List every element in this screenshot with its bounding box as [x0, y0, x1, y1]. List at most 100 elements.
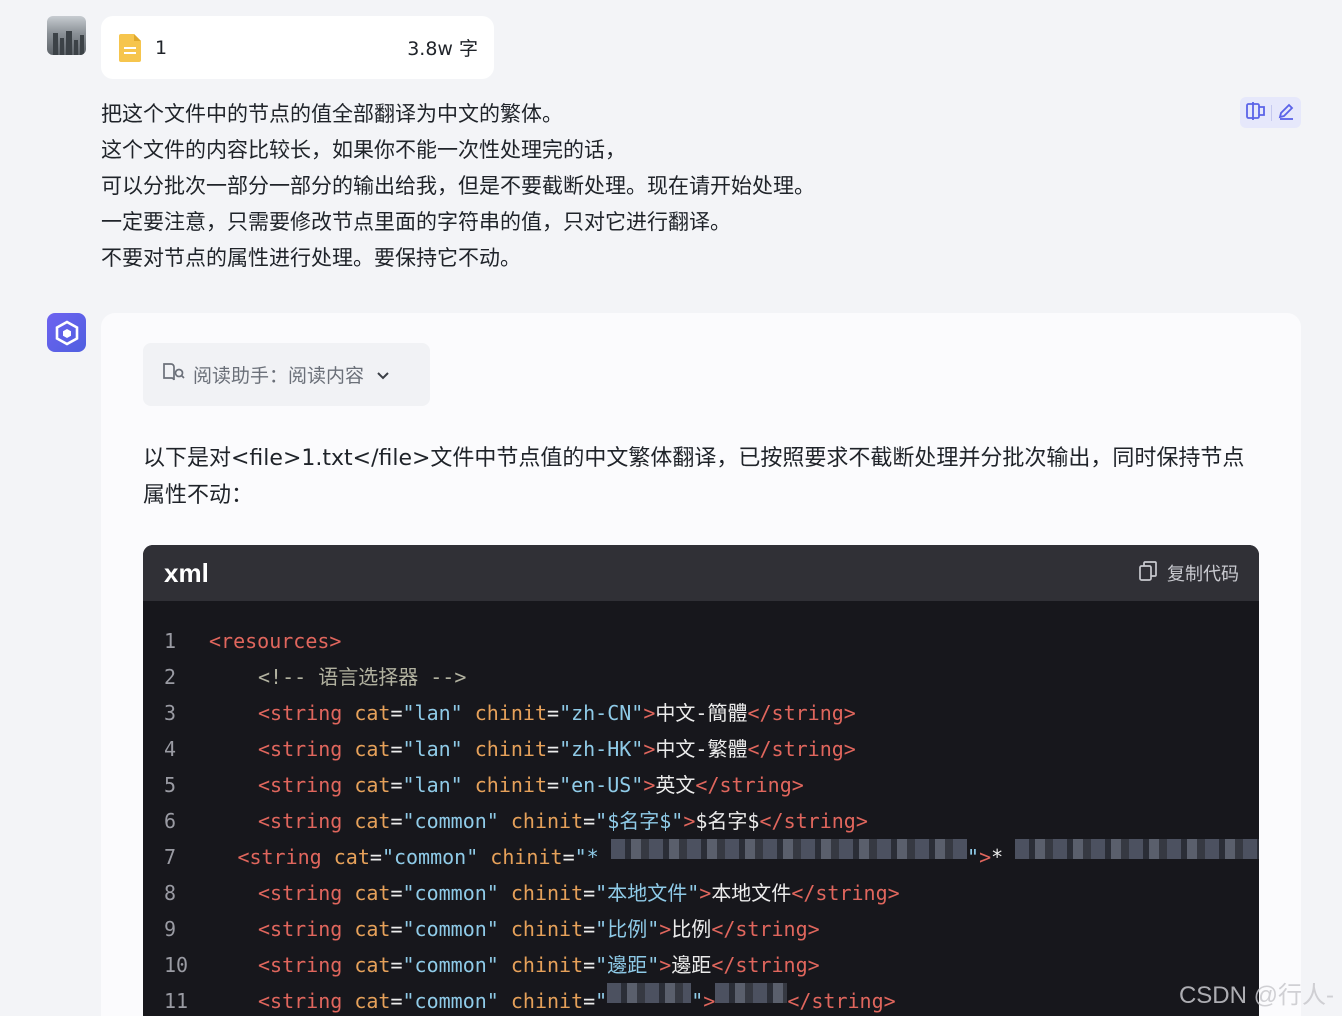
code-token-attr: cat: [354, 881, 391, 905]
user-message-line: 可以分批次一部分一部分的输出给我，但是不要截断处理。现在请开始处理。: [101, 174, 815, 198]
code-token-tag: >: [643, 737, 656, 761]
book-search-icon: [163, 362, 185, 387]
file-size: 3.8w 字: [407, 38, 478, 60]
code-token-tag: >: [683, 809, 696, 833]
code-token-tag: <resources>: [209, 629, 342, 653]
code-token-val: "common": [402, 953, 499, 977]
reading-assistant-label: 阅读助手：阅读内容: [193, 365, 365, 387]
code-token-val: ": [595, 989, 608, 1013]
line-number: 10: [164, 953, 189, 977]
code-token-txt: 英文: [655, 773, 696, 797]
code-token-tag: </string>: [791, 881, 900, 905]
code-token-eq: =: [369, 845, 382, 869]
code-token-eq: =: [583, 809, 596, 833]
code-token-tag: >: [703, 989, 716, 1013]
code-token-eq: =: [390, 953, 403, 977]
code-token-tag: </string>: [759, 809, 868, 833]
code-token-attr: chinit: [478, 845, 563, 869]
divider: [1270, 104, 1272, 121]
redacted-text: [607, 983, 692, 1003]
code-token-val: "比例": [595, 917, 660, 941]
code-token-txt: $名字$: [695, 809, 760, 833]
code-token-attr: chinit: [498, 953, 584, 977]
code-token-val: "common": [402, 809, 499, 833]
code-token-attr: cat: [354, 989, 391, 1013]
copy-code-button[interactable]: 复制代码: [1139, 560, 1239, 586]
code-line: 7 <string cat = "common" chinit = "* " > *: [143, 839, 1259, 875]
reading-assistant-dropdown[interactable]: 阅读助手：阅读内容: [143, 343, 430, 406]
code-token-tag: </string>: [711, 917, 820, 941]
code-token-attr: chinit: [498, 989, 584, 1013]
code-token-eq: =: [390, 809, 403, 833]
line-number: 7: [164, 845, 177, 869]
assistant-avatar: [47, 313, 86, 352]
code-token-txt: *: [991, 845, 1016, 869]
code-token-attr: cat: [354, 737, 391, 761]
line-number: 4: [164, 737, 177, 761]
code-token-tag: >: [643, 701, 656, 725]
code-block: xml 复制代码 1 <resources> 2 <!-- 语言选择器 --> 3 <st…: [143, 545, 1259, 1016]
code-token-tag: >: [699, 881, 712, 905]
response-intro: 以下是对<file>1.txt</file>文件中节点值的中文繁体翻译，已按照要…: [143, 446, 1245, 508]
code-token-eq: =: [390, 881, 403, 905]
code-language: xml: [164, 557, 209, 588]
code-token-attr: cat: [354, 701, 391, 725]
code-token-attr: cat: [333, 845, 370, 869]
code-content: 1 <resources> 2 <!-- 语言选择器 --> 3 <string cat =…: [143, 601, 1259, 1016]
code-token-val: "本地文件": [595, 881, 700, 905]
code-token-val: "common": [402, 881, 499, 905]
user-message-line: 这个文件的内容比较长，如果你不能一次性处理完的话，: [101, 138, 626, 162]
code-token-txt: 比例: [671, 917, 712, 941]
copy-icon[interactable]: [1246, 101, 1266, 124]
code-token-eq: =: [390, 917, 403, 941]
code-token-attr: chinit: [462, 773, 548, 797]
code-token-eq: =: [562, 845, 575, 869]
file-name: 1: [155, 36, 168, 59]
code-token-eq: =: [583, 917, 596, 941]
code-token-txt: 中文-簡體: [655, 701, 748, 725]
line-number: 5: [164, 773, 177, 797]
code-token-attr: cat: [354, 953, 391, 977]
code-token-val: "zh-HK": [559, 737, 644, 761]
code-token-val: "*: [574, 845, 611, 869]
code-token-eq: =: [583, 881, 596, 905]
watermark: CSDN @行人-: [1178, 982, 1334, 1009]
code-token-val: "common": [402, 989, 499, 1013]
code-header: xml 复制代码: [143, 545, 1259, 601]
code-token-eq: =: [390, 989, 403, 1013]
code-token-val: "邊距": [595, 953, 660, 977]
code-token-val: ": [967, 845, 980, 869]
code-token-tag: </string>: [695, 773, 804, 797]
code-token-tag: <string: [258, 953, 355, 977]
code-token-eq: =: [547, 737, 560, 761]
chevron-down-icon: [376, 364, 390, 386]
code-token-tag: </string>: [747, 701, 856, 725]
code-token-val: "lan": [402, 773, 463, 797]
code-token-eq: =: [390, 773, 403, 797]
code-token-tag: </string>: [747, 737, 856, 761]
code-token-tag: >: [979, 845, 992, 869]
code-token-txt: 中文-繁體: [655, 737, 748, 761]
copy-code-label: 复制代码: [1167, 564, 1239, 585]
code-token-tag: >: [659, 953, 672, 977]
user-avatar: [47, 16, 86, 55]
code-line: 6 <string cat = "common" chinit = "$名字$" > $名字$…: [143, 803, 1259, 839]
assistant-logo-icon: [55, 320, 78, 345]
code-line: 10 <string cat = "common" chinit = "邊距" > 邊距 </s…: [143, 947, 1259, 983]
code-token-val: "common": [402, 917, 499, 941]
code-token-attr: chinit: [462, 737, 548, 761]
edit-icon[interactable]: [1277, 102, 1295, 124]
code-token-tag: <string: [258, 809, 355, 833]
code-token-val: "common": [381, 845, 479, 869]
code-token-eq: =: [583, 989, 596, 1013]
attached-file-card[interactable]: 1 3.8w 字: [101, 16, 494, 79]
code-token-tag: </string>: [711, 953, 820, 977]
code-token-attr: cat: [354, 773, 391, 797]
code-line: 9 <string cat = "common" chinit = "比例" > 比例 </st…: [143, 911, 1259, 947]
code-token-tag: <string: [258, 737, 355, 761]
user-message-text: 把这个文件中的节点的值全部翻译为中文的繁体。 这个文件的内容比较长，如果你不能一…: [101, 96, 901, 276]
document-icon: [119, 33, 141, 62]
code-token-eq: =: [390, 701, 403, 725]
redacted-text: [610, 839, 968, 859]
line-number: 8: [164, 881, 177, 905]
